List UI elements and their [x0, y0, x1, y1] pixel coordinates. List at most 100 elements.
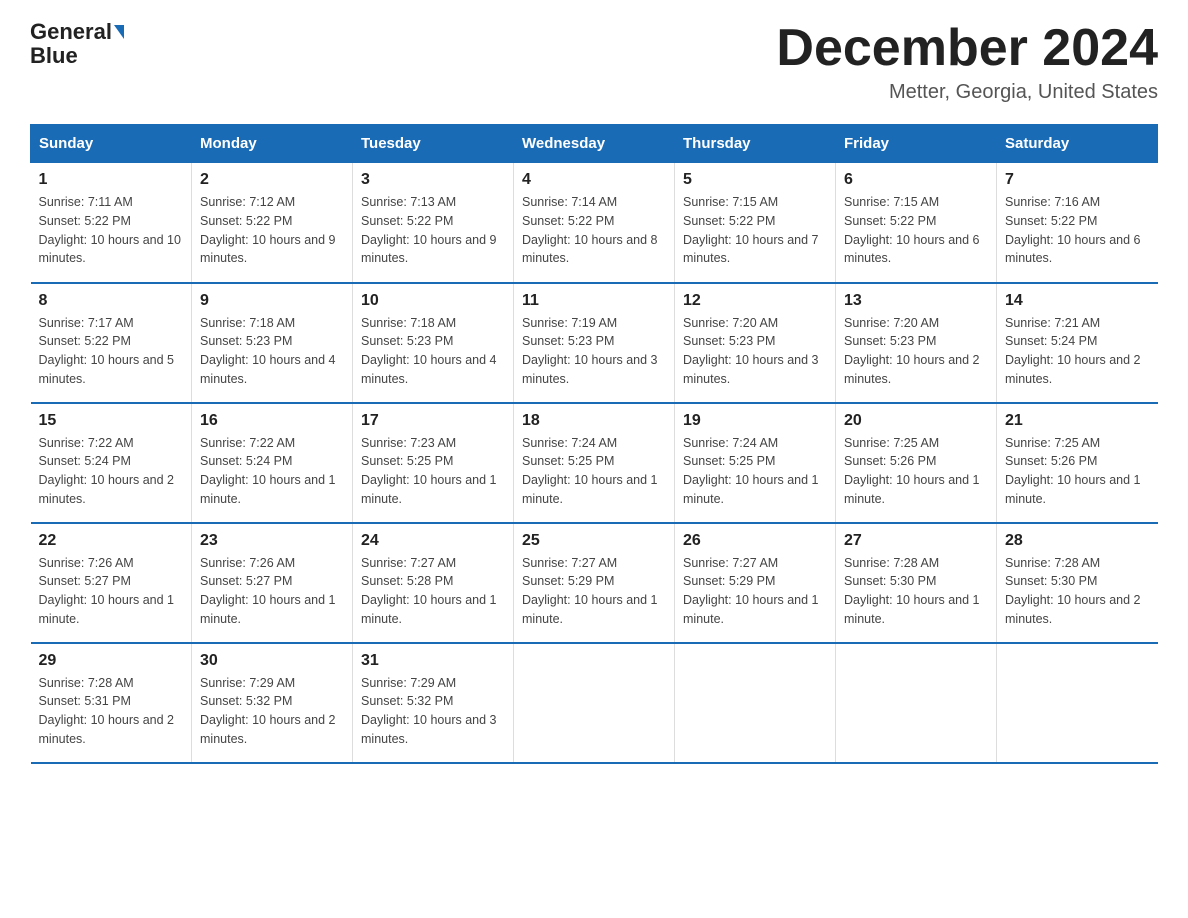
day-cell: 16 Sunrise: 7:22 AMSunset: 5:24 PMDaylig… — [192, 403, 353, 523]
week-row-1: 1 Sunrise: 7:11 AMSunset: 5:22 PMDayligh… — [31, 163, 1158, 283]
day-number: 8 — [39, 292, 184, 310]
day-number: 11 — [522, 292, 666, 310]
day-cell — [514, 643, 675, 763]
day-number: 16 — [200, 412, 344, 430]
day-number: 25 — [522, 532, 666, 550]
day-number: 4 — [522, 171, 666, 189]
day-info: Sunrise: 7:20 AMSunset: 5:23 PMDaylight:… — [683, 316, 819, 386]
day-number: 27 — [844, 532, 988, 550]
day-number: 1 — [39, 171, 184, 189]
day-info: Sunrise: 7:13 AMSunset: 5:22 PMDaylight:… — [361, 195, 497, 265]
day-number: 22 — [39, 532, 184, 550]
day-number: 17 — [361, 412, 505, 430]
day-cell: 13 Sunrise: 7:20 AMSunset: 5:23 PMDaylig… — [836, 283, 997, 403]
day-number: 5 — [683, 171, 827, 189]
day-cell: 30 Sunrise: 7:29 AMSunset: 5:32 PMDaylig… — [192, 643, 353, 763]
day-cell: 26 Sunrise: 7:27 AMSunset: 5:29 PMDaylig… — [675, 523, 836, 643]
day-number: 30 — [200, 652, 344, 670]
day-cell — [836, 643, 997, 763]
header-friday: Friday — [836, 125, 997, 163]
day-cell: 8 Sunrise: 7:17 AMSunset: 5:22 PMDayligh… — [31, 283, 192, 403]
day-cell: 15 Sunrise: 7:22 AMSunset: 5:24 PMDaylig… — [31, 403, 192, 523]
day-cell: 22 Sunrise: 7:26 AMSunset: 5:27 PMDaylig… — [31, 523, 192, 643]
header-thursday: Thursday — [675, 125, 836, 163]
month-title: December 2024 — [776, 20, 1158, 77]
logo-general: General — [30, 20, 112, 44]
day-number: 15 — [39, 412, 184, 430]
day-info: Sunrise: 7:22 AMSunset: 5:24 PMDaylight:… — [200, 436, 336, 506]
day-info: Sunrise: 7:28 AMSunset: 5:30 PMDaylight:… — [1005, 556, 1141, 626]
day-number: 14 — [1005, 292, 1150, 310]
day-info: Sunrise: 7:27 AMSunset: 5:28 PMDaylight:… — [361, 556, 497, 626]
day-number: 21 — [1005, 412, 1150, 430]
day-info: Sunrise: 7:24 AMSunset: 5:25 PMDaylight:… — [522, 436, 658, 506]
day-cell: 31 Sunrise: 7:29 AMSunset: 5:32 PMDaylig… — [353, 643, 514, 763]
day-number: 20 — [844, 412, 988, 430]
day-number: 31 — [361, 652, 505, 670]
day-info: Sunrise: 7:18 AMSunset: 5:23 PMDaylight:… — [200, 316, 336, 386]
day-cell: 9 Sunrise: 7:18 AMSunset: 5:23 PMDayligh… — [192, 283, 353, 403]
day-number: 19 — [683, 412, 827, 430]
day-number: 28 — [1005, 532, 1150, 550]
week-row-4: 22 Sunrise: 7:26 AMSunset: 5:27 PMDaylig… — [31, 523, 1158, 643]
logo-blue: Blue — [30, 44, 78, 68]
day-cell: 11 Sunrise: 7:19 AMSunset: 5:23 PMDaylig… — [514, 283, 675, 403]
day-cell: 24 Sunrise: 7:27 AMSunset: 5:28 PMDaylig… — [353, 523, 514, 643]
header-wednesday: Wednesday — [514, 125, 675, 163]
day-info: Sunrise: 7:18 AMSunset: 5:23 PMDaylight:… — [361, 316, 497, 386]
day-cell — [675, 643, 836, 763]
day-number: 23 — [200, 532, 344, 550]
day-cell: 25 Sunrise: 7:27 AMSunset: 5:29 PMDaylig… — [514, 523, 675, 643]
day-cell: 27 Sunrise: 7:28 AMSunset: 5:30 PMDaylig… — [836, 523, 997, 643]
day-info: Sunrise: 7:16 AMSunset: 5:22 PMDaylight:… — [1005, 195, 1141, 265]
calendar-table: SundayMondayTuesdayWednesdayThursdayFrid… — [30, 124, 1158, 764]
week-row-2: 8 Sunrise: 7:17 AMSunset: 5:22 PMDayligh… — [31, 283, 1158, 403]
day-info: Sunrise: 7:29 AMSunset: 5:32 PMDaylight:… — [200, 676, 336, 746]
day-cell — [997, 643, 1158, 763]
day-cell: 7 Sunrise: 7:16 AMSunset: 5:22 PMDayligh… — [997, 163, 1158, 283]
day-cell: 12 Sunrise: 7:20 AMSunset: 5:23 PMDaylig… — [675, 283, 836, 403]
week-row-5: 29 Sunrise: 7:28 AMSunset: 5:31 PMDaylig… — [31, 643, 1158, 763]
day-info: Sunrise: 7:11 AMSunset: 5:22 PMDaylight:… — [39, 195, 181, 265]
day-cell: 28 Sunrise: 7:28 AMSunset: 5:30 PMDaylig… — [997, 523, 1158, 643]
logo-triangle-icon — [114, 25, 124, 39]
page-header: General Blue December 2024 Metter, Georg… — [30, 20, 1158, 104]
day-cell: 5 Sunrise: 7:15 AMSunset: 5:22 PMDayligh… — [675, 163, 836, 283]
day-info: Sunrise: 7:14 AMSunset: 5:22 PMDaylight:… — [522, 195, 658, 265]
day-info: Sunrise: 7:19 AMSunset: 5:23 PMDaylight:… — [522, 316, 658, 386]
location-title: Metter, Georgia, United States — [776, 81, 1158, 104]
day-cell: 14 Sunrise: 7:21 AMSunset: 5:24 PMDaylig… — [997, 283, 1158, 403]
week-row-3: 15 Sunrise: 7:22 AMSunset: 5:24 PMDaylig… — [31, 403, 1158, 523]
day-info: Sunrise: 7:28 AMSunset: 5:30 PMDaylight:… — [844, 556, 980, 626]
day-number: 2 — [200, 171, 344, 189]
day-info: Sunrise: 7:23 AMSunset: 5:25 PMDaylight:… — [361, 436, 497, 506]
header-monday: Monday — [192, 125, 353, 163]
day-number: 6 — [844, 171, 988, 189]
day-info: Sunrise: 7:22 AMSunset: 5:24 PMDaylight:… — [39, 436, 175, 506]
day-info: Sunrise: 7:17 AMSunset: 5:22 PMDaylight:… — [39, 316, 175, 386]
day-info: Sunrise: 7:25 AMSunset: 5:26 PMDaylight:… — [1005, 436, 1141, 506]
day-cell: 1 Sunrise: 7:11 AMSunset: 5:22 PMDayligh… — [31, 163, 192, 283]
day-number: 13 — [844, 292, 988, 310]
title-area: December 2024 Metter, Georgia, United St… — [776, 20, 1158, 104]
day-number: 26 — [683, 532, 827, 550]
logo: General Blue — [30, 20, 124, 68]
day-cell: 29 Sunrise: 7:28 AMSunset: 5:31 PMDaylig… — [31, 643, 192, 763]
day-number: 9 — [200, 292, 344, 310]
day-cell: 20 Sunrise: 7:25 AMSunset: 5:26 PMDaylig… — [836, 403, 997, 523]
day-info: Sunrise: 7:12 AMSunset: 5:22 PMDaylight:… — [200, 195, 336, 265]
day-number: 18 — [522, 412, 666, 430]
day-cell: 17 Sunrise: 7:23 AMSunset: 5:25 PMDaylig… — [353, 403, 514, 523]
day-info: Sunrise: 7:24 AMSunset: 5:25 PMDaylight:… — [683, 436, 819, 506]
day-number: 10 — [361, 292, 505, 310]
day-cell: 18 Sunrise: 7:24 AMSunset: 5:25 PMDaylig… — [514, 403, 675, 523]
header-sunday: Sunday — [31, 125, 192, 163]
header-tuesday: Tuesday — [353, 125, 514, 163]
day-cell: 2 Sunrise: 7:12 AMSunset: 5:22 PMDayligh… — [192, 163, 353, 283]
day-info: Sunrise: 7:25 AMSunset: 5:26 PMDaylight:… — [844, 436, 980, 506]
day-info: Sunrise: 7:15 AMSunset: 5:22 PMDaylight:… — [844, 195, 980, 265]
day-info: Sunrise: 7:15 AMSunset: 5:22 PMDaylight:… — [683, 195, 819, 265]
day-info: Sunrise: 7:27 AMSunset: 5:29 PMDaylight:… — [683, 556, 819, 626]
day-number: 29 — [39, 652, 184, 670]
day-info: Sunrise: 7:28 AMSunset: 5:31 PMDaylight:… — [39, 676, 175, 746]
